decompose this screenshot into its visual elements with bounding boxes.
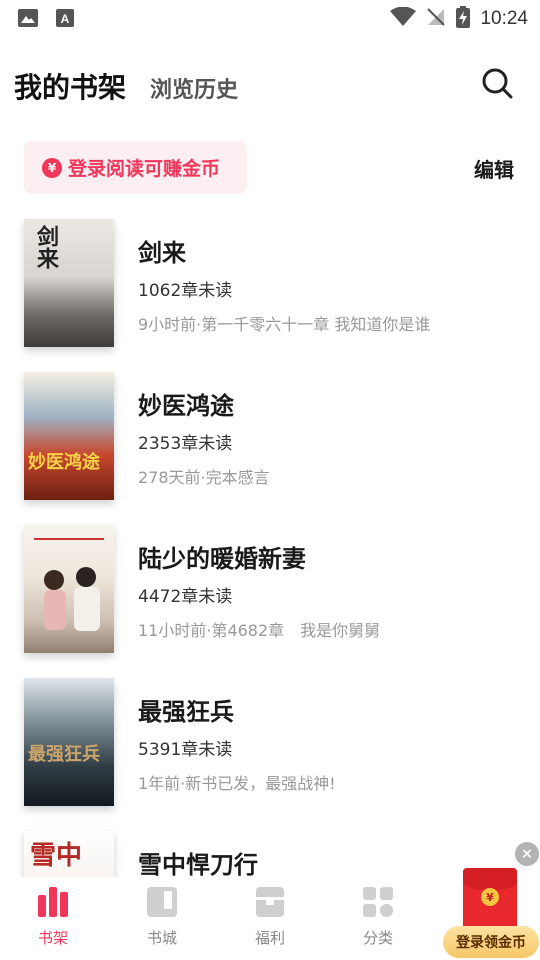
battery-charging-icon [456, 6, 471, 32]
nav-bookstore[interactable]: 书城 [132, 887, 192, 948]
nav-label: 书架 [37, 929, 68, 947]
book-latest-chapter: 9小时前·第一千零六十一章 我知道你是谁 [138, 315, 431, 334]
nav-welfare[interactable]: 福利 [240, 887, 300, 948]
book-latest-chapter: 11小时前·第4682章 我是你舅舅 [138, 621, 381, 640]
envelope-flap [463, 868, 517, 890]
book-title: 妙医鸿途 [138, 392, 234, 420]
book-unread-count: 2353章未读 [138, 434, 233, 454]
book-item[interactable]: 妙医鸿途 妙医鸿途 2353章未读 278天前·完本感言 [0, 372, 540, 525]
tab-my-bookshelf[interactable]: 我的书架 [14, 66, 126, 106]
book-icon [147, 887, 177, 921]
book-title: 剑来 [138, 239, 186, 267]
coin-icon: ¥ [42, 157, 62, 178]
cover-title-text: 剑来 [33, 225, 59, 269]
book-title: 最强狂兵 [138, 698, 234, 726]
nav-label: 书城 [146, 929, 177, 947]
login-promo-banner[interactable]: ¥ 登录阅读可赚金币 [24, 141, 247, 194]
book-cover: 雪中 [24, 831, 114, 877]
book-title: 陆少的暖婚新妻 [138, 545, 306, 573]
book-item[interactable]: 剑来 剑来 1062章未读 9小时前·第一千零六十一章 我知道你是谁 [0, 219, 540, 372]
category-icon [363, 887, 393, 921]
cover-illustration [34, 538, 104, 631]
search-icon[interactable] [480, 66, 514, 100]
coin-icon: ¥ [481, 888, 499, 906]
login-claim-coins-button[interactable]: 登录领金币 [443, 926, 539, 958]
book-latest-chapter: 1年前·新书已发，最强战神! [138, 774, 336, 793]
promo-text: 登录阅读可赚金币 [68, 158, 221, 180]
book-item[interactable]: 陆少的暖婚新妻 4472章未读 11小时前·第4682章 我是你舅舅 [0, 525, 540, 678]
red-envelope-icon[interactable]: ¥ [463, 868, 517, 930]
header: 我的书架 浏览历史 [0, 56, 540, 112]
cover-title-text: 雪中 [30, 841, 83, 871]
nav-bookshelf[interactable]: 书架 [23, 887, 83, 948]
cover-title-text: 妙医鸿途 [28, 452, 100, 473]
book-title: 雪中悍刀行 [138, 851, 258, 877]
status-bar: A 10:24 [0, 0, 540, 36]
book-unread-count: 1062章未读 [138, 281, 233, 301]
no-signal-icon [426, 7, 446, 31]
edit-button[interactable]: 编辑 [474, 154, 514, 183]
status-time: 10:24 [480, 8, 528, 29]
tab-browse-history[interactable]: 浏览历史 [150, 72, 238, 104]
book-list: 剑来 剑来 1062章未读 9小时前·第一千零六十一章 我知道你是谁 妙医鸿途 … [0, 219, 540, 877]
gift-icon [256, 887, 284, 921]
book-unread-count: 5391章未读 [138, 740, 233, 760]
book-cover: 妙医鸿途 [24, 372, 114, 500]
svg-text:A: A [61, 12, 70, 26]
wifi-icon [390, 6, 417, 31]
book-unread-count: 4472章未读 [138, 587, 233, 607]
nav-label: 福利 [254, 929, 285, 947]
cover-title-text: 最强狂兵 [28, 744, 100, 765]
image-icon [18, 9, 38, 31]
book-item[interactable]: 最强狂兵 最强狂兵 5391章未读 1年前·新书已发，最强战神! [0, 678, 540, 831]
bookshelf-icon [37, 887, 69, 921]
nav-label: 分类 [362, 929, 393, 947]
font-icon: A [56, 9, 74, 31]
close-icon[interactable]: × [515, 842, 539, 866]
book-cover [24, 525, 114, 653]
book-cover: 剑来 [24, 219, 114, 347]
book-latest-chapter: 278天前·完本感言 [138, 468, 270, 487]
book-item[interactable]: 雪中 雪中悍刀行 [0, 831, 540, 877]
book-cover: 最强狂兵 [24, 678, 114, 806]
nav-category[interactable]: 分类 [348, 887, 408, 948]
